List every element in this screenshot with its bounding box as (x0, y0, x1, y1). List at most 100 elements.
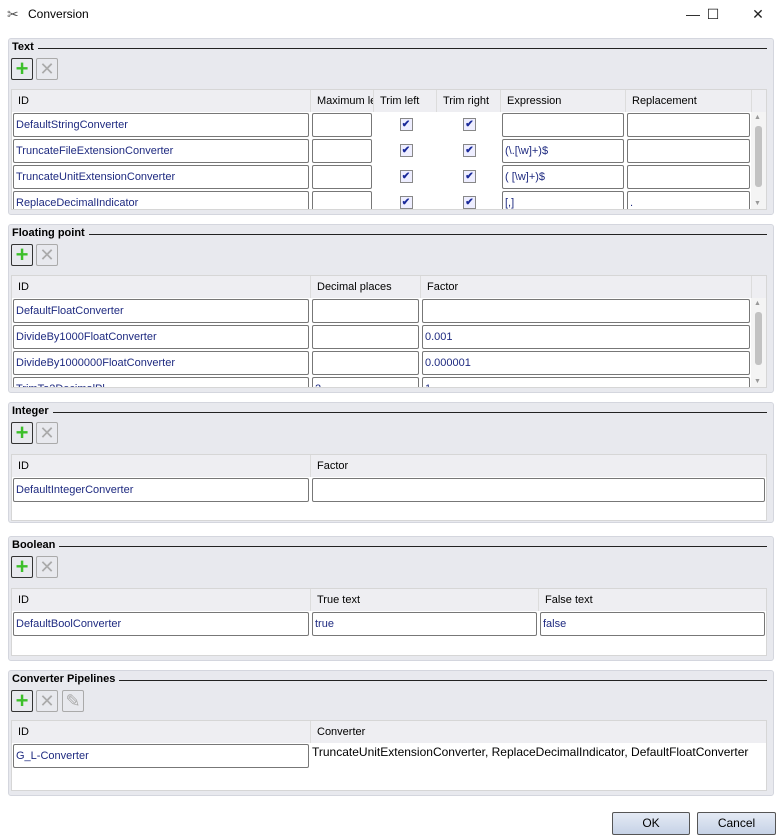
replacement-input[interactable]: . (627, 191, 750, 209)
close-button[interactable]: ✕ (738, 2, 778, 26)
header-filler (752, 276, 766, 298)
column-header[interactable]: ID (12, 455, 311, 477)
column-header[interactable]: ID (12, 721, 311, 743)
column-header[interactable]: Replacement (626, 90, 752, 112)
delete-button[interactable]: ✕ (36, 58, 58, 80)
trim-right-checkbox[interactable]: ✔ (463, 196, 476, 209)
ok-button[interactable]: OK (612, 812, 690, 835)
column-header[interactable]: Converter (311, 721, 766, 743)
true-text-input[interactable]: true (312, 612, 537, 636)
trim-right-checkbox[interactable]: ✔ (463, 144, 476, 157)
scroll-down-arrow[interactable]: ▼ (754, 378, 761, 385)
id-input[interactable]: G_L-Converter (13, 744, 309, 768)
trim-right-checkbox[interactable]: ✔ (463, 170, 476, 183)
integer-table: ID Factor DefaultIntegerConverter (11, 454, 767, 521)
id-input[interactable]: DivideBy1000000FloatConverter (13, 351, 309, 375)
scroll-up-arrow[interactable]: ▲ (754, 300, 761, 307)
column-header[interactable]: Expression (501, 90, 626, 112)
factor-input[interactable] (422, 299, 750, 323)
expression-input[interactable] (502, 113, 624, 137)
id-input[interactable]: DefaultBoolConverter (13, 612, 309, 636)
max-input[interactable] (312, 139, 372, 163)
trim-left-checkbox[interactable]: ✔ (399, 144, 413, 157)
id-input[interactable]: ReplaceDecimalIndicator (13, 191, 309, 209)
add-button[interactable]: + (11, 422, 33, 444)
replacement-input[interactable] (627, 139, 750, 163)
id-input[interactable]: DefaultStringConverter (13, 113, 309, 137)
pipelines-table: ID Converter G_L-Converter TruncateUnitExte… (11, 720, 767, 791)
add-button[interactable]: + (11, 556, 33, 578)
delete-button[interactable]: ✕ (36, 244, 58, 266)
trim-left-checkbox[interactable]: ✔ (399, 196, 413, 209)
decimals-input[interactable] (312, 299, 419, 323)
max-input[interactable] (312, 191, 372, 209)
scrollbar-thumb[interactable] (755, 126, 762, 187)
trim-left-checkbox[interactable]: ✔ (399, 118, 413, 131)
column-header[interactable]: Factor (311, 455, 766, 477)
maximize-button[interactable]: ☐ (693, 2, 733, 26)
id-input[interactable]: DefaultIntegerConverter (13, 478, 309, 502)
section-divider (13, 234, 767, 235)
edit-button[interactable]: ✎ (62, 690, 84, 712)
column-header[interactable]: True text (311, 589, 539, 611)
delete-button[interactable]: ✕ (36, 422, 58, 444)
text-row: ReplaceDecimalIndicator ✔ ✔ [,]. (12, 190, 766, 209)
replacement-input[interactable] (627, 165, 750, 189)
factor-input[interactable]: 1 (422, 377, 750, 387)
window-title: Conversion (28, 7, 89, 21)
text-table: ID Maximum le Trim left Trim right Expressio… (11, 89, 767, 210)
floating-row: DivideBy1000000FloatConverter 0.000001 (12, 350, 766, 376)
id-input[interactable]: DefaultFloatConverter (13, 299, 309, 323)
scrollbar-thumb[interactable] (755, 312, 762, 365)
add-button[interactable]: + (11, 690, 33, 712)
max-input[interactable] (312, 165, 372, 189)
boolean-table: ID True text False text DefaultBoolConverte… (11, 588, 767, 656)
add-button[interactable]: + (11, 244, 33, 266)
decimals-input[interactable] (312, 351, 419, 375)
scroll-up-arrow[interactable]: ▲ (754, 114, 761, 121)
delete-button[interactable]: ✕ (36, 690, 58, 712)
add-button[interactable]: + (11, 58, 33, 80)
factor-input[interactable]: 0.000001 (422, 351, 750, 375)
expression-input[interactable]: (\.[\w]+)$ (502, 139, 624, 163)
integer-section: Integer + ✕ ID Factor DefaultIntegerConverter (8, 402, 774, 523)
trim-left-checkbox[interactable]: ✔ (399, 170, 413, 183)
pipelines-row: G_L-Converter TruncateUnitExtensionConver… (12, 743, 766, 770)
column-header[interactable]: Factor (421, 276, 752, 298)
vertical-scrollbar[interactable]: ▲ ▼ (751, 112, 766, 209)
decimals-input[interactable]: 2 (312, 377, 419, 387)
column-header[interactable]: Trim left (374, 90, 437, 112)
scroll-down-arrow[interactable]: ▼ (754, 200, 761, 207)
id-input[interactable]: TruncateFileExtensionConverter (13, 139, 309, 163)
factor-input[interactable] (312, 478, 765, 502)
column-header[interactable]: False text (539, 589, 766, 611)
column-header[interactable]: ID (12, 276, 311, 298)
column-header[interactable]: Trim right (437, 90, 501, 112)
expression-input[interactable]: [,] (502, 191, 624, 209)
id-input[interactable]: TruncateUnitExtensionConverter (13, 165, 309, 189)
max-input[interactable] (312, 113, 372, 137)
section-title: Boolean (12, 539, 60, 551)
column-header[interactable]: Decimal places (311, 276, 421, 298)
integer-row: DefaultIntegerConverter (12, 477, 766, 502)
converter-value: TruncateUnitExtensionConverter, ReplaceD… (312, 745, 749, 759)
column-header[interactable]: Maximum le (311, 90, 374, 112)
id-input[interactable]: DivideBy1000FloatConverter (13, 325, 309, 349)
decimals-input[interactable] (312, 325, 419, 349)
vertical-scrollbar[interactable]: ▲ ▼ (751, 298, 766, 387)
floating-row: DefaultFloatConverter (12, 298, 766, 324)
title-bar: ✂ Conversion — ☐ ✕ (0, 0, 782, 28)
section-title: Text (12, 41, 38, 53)
expression-input[interactable]: ( [\w]+)$ (502, 165, 624, 189)
replacement-input[interactable] (627, 113, 750, 137)
column-header[interactable]: ID (12, 90, 311, 112)
false-text-input[interactable]: false (540, 612, 765, 636)
cancel-button[interactable]: Cancel (697, 812, 776, 835)
trim-right-checkbox[interactable]: ✔ (463, 118, 476, 131)
delete-button[interactable]: ✕ (36, 556, 58, 578)
column-header[interactable]: ID (12, 589, 311, 611)
factor-input[interactable]: 0.001 (422, 325, 750, 349)
floating-table: ID Decimal places Factor DefaultFloatConver… (11, 275, 767, 388)
floating-point-section: Floating point + ✕ ID Decimal places Factor De… (8, 224, 774, 393)
id-input[interactable]: TrimTo2DecimalPl (13, 377, 309, 387)
